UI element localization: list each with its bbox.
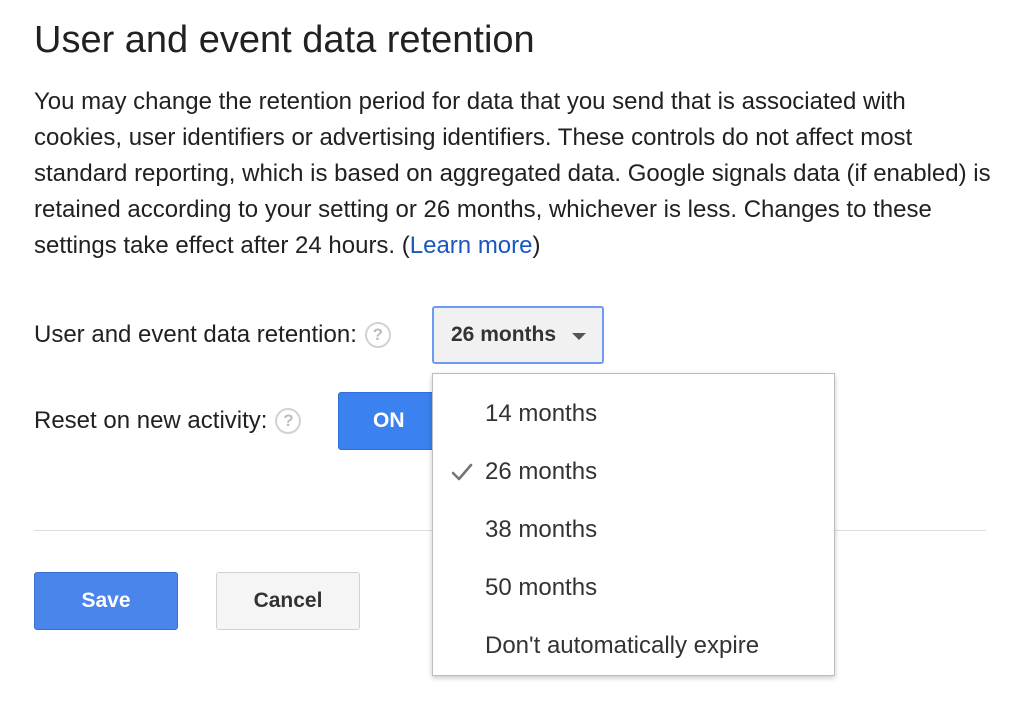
learn-more-link[interactable]: Learn more: [410, 232, 533, 259]
retention-setting-row: User and event data retention: ?: [34, 306, 391, 364]
retention-label: User and event data retention:: [34, 321, 357, 348]
dropdown-option-label: 38 months: [485, 516, 598, 543]
dropdown-option-label: 14 months: [485, 400, 598, 427]
dropdown-option-14-months[interactable]: 14 months: [433, 385, 834, 443]
dropdown-option-never-expire[interactable]: Don't automatically expire: [433, 617, 834, 675]
checkmark-icon: [451, 463, 473, 481]
cancel-button[interactable]: Cancel: [216, 572, 360, 630]
dropdown-option-label: 26 months: [485, 458, 598, 485]
retention-period-select[interactable]: 26 months: [432, 306, 604, 364]
retention-dropdown-menu: 14 months 26 months 38 months 50 months …: [432, 373, 835, 676]
help-icon[interactable]: ?: [275, 408, 302, 434]
dropdown-option-label: 50 months: [485, 574, 598, 601]
save-button[interactable]: Save: [34, 572, 178, 630]
help-icon[interactable]: ?: [364, 322, 391, 348]
dropdown-option-26-months[interactable]: 26 months: [433, 443, 834, 501]
reset-setting-row: Reset on new activity: ?: [34, 392, 302, 450]
dropdown-option-38-months[interactable]: 38 months: [433, 501, 834, 559]
page-title: User and event data retention: [34, 19, 535, 61]
retention-selected-value: 26 months: [451, 323, 557, 346]
dropdown-option-50-months[interactable]: 50 months: [433, 559, 834, 617]
reset-label: Reset on new activity:: [34, 407, 268, 434]
page-description: You may change the retention period for …: [34, 84, 994, 264]
caret-down-icon: [572, 333, 586, 340]
description-end: ): [532, 232, 541, 259]
dropdown-option-label: Don't automatically expire: [485, 632, 760, 659]
